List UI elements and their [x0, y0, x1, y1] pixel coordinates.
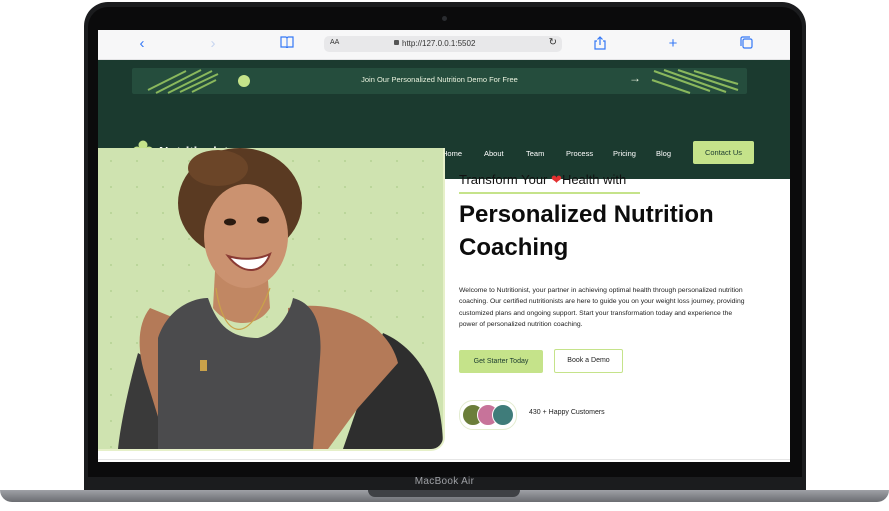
reload-icon[interactable]: ↻	[549, 37, 557, 48]
heart-icon: ❤	[551, 172, 562, 187]
hero-image	[98, 148, 445, 451]
back-icon[interactable]: ‹	[134, 36, 150, 52]
get-started-button[interactable]: Get Starter Today	[459, 350, 543, 373]
hero-headline: Personalized Nutrition Coaching	[459, 198, 779, 264]
forward-icon[interactable]: ›	[205, 36, 221, 52]
woman-portrait-image	[118, 148, 443, 449]
share-glyph	[594, 36, 606, 50]
plus-icon[interactable]: +	[665, 36, 681, 52]
nav-process[interactable]: Process	[566, 149, 593, 158]
headline-line-2: Coaching	[459, 234, 569, 261]
arrow-right-icon[interactable]: →	[629, 71, 641, 85]
contact-us-button[interactable]: Contact Us	[693, 141, 754, 164]
book-icon[interactable]	[279, 36, 295, 52]
url-text: http://127.0.0.1:5502	[402, 39, 476, 48]
browser-screen: ‹ › AA http://127.0.0.1:5502 ↻ + Join Ou…	[98, 30, 790, 462]
nav-team[interactable]: Team	[526, 149, 544, 158]
browser-toolbar: ‹ › AA http://127.0.0.1:5502 ↻ +	[98, 30, 790, 60]
laptop-base	[0, 490, 889, 511]
tabs-icon[interactable]	[738, 36, 754, 52]
nav-home[interactable]: Home	[442, 149, 462, 158]
text-size-button[interactable]: AA	[330, 39, 339, 46]
section-divider	[98, 459, 790, 460]
promo-banner[interactable]: Join Our Personalized Nutrition Demo For…	[132, 68, 747, 94]
hero-kicker: Transform Your ❤Health with	[459, 172, 626, 188]
address-bar[interactable]: AA http://127.0.0.1:5502 ↻	[324, 36, 562, 52]
scribble-decoration-right	[651, 69, 739, 94]
book-demo-button[interactable]: Book a Demo	[554, 349, 623, 373]
happy-customers-count: 430 + Happy Customers	[529, 409, 605, 416]
nav-pricing[interactable]: Pricing	[613, 149, 636, 158]
nav-about[interactable]: About	[484, 149, 504, 158]
headline-line-1: Personalized Nutrition	[459, 201, 714, 228]
book-glyph	[280, 36, 294, 49]
device-label: MacBook Air	[414, 476, 475, 487]
kicker-text-end: Health with	[561, 172, 627, 187]
camera-icon	[442, 16, 447, 21]
share-icon[interactable]	[592, 36, 608, 52]
tabs-glyph	[739, 36, 753, 49]
kicker-text-start: Transform Your	[459, 172, 548, 187]
laptop-hinge-notch	[368, 490, 520, 497]
lock-icon	[394, 40, 399, 45]
customer-avatars	[459, 400, 517, 430]
kicker-underline	[459, 192, 640, 194]
avatar	[492, 404, 514, 426]
nav-blog[interactable]: Blog	[656, 149, 671, 158]
hero-description: Welcome to Nutritionist, your partner in…	[459, 287, 745, 329]
